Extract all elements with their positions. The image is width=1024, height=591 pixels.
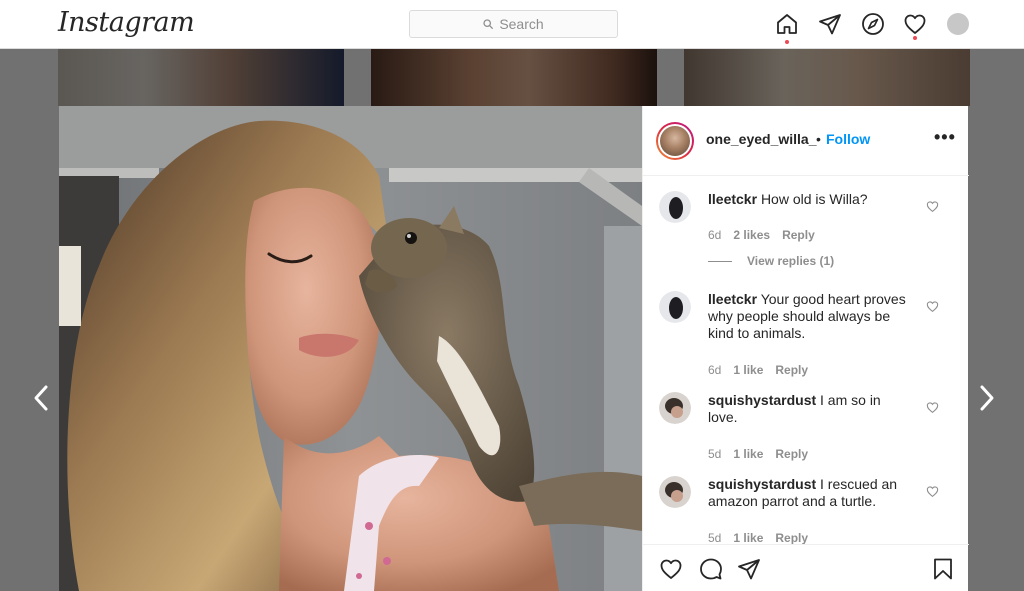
like-icon[interactable] bbox=[659, 557, 683, 581]
comment-like-icon[interactable] bbox=[926, 401, 939, 414]
previous-post-arrow-icon[interactable] bbox=[30, 384, 52, 412]
comment-likes[interactable]: 1 like bbox=[733, 363, 763, 377]
commenter-username[interactable]: squishystardust bbox=[708, 392, 816, 408]
top-nav-bar: Instagram Search bbox=[0, 0, 1024, 49]
activity-notification-dot bbox=[913, 36, 917, 40]
comment-icon[interactable] bbox=[699, 557, 723, 581]
comment-meta: 6d 2 likes Reply bbox=[708, 228, 815, 242]
search-input[interactable]: Search bbox=[409, 10, 618, 38]
explore-icon[interactable] bbox=[861, 12, 885, 36]
next-post-arrow-icon[interactable] bbox=[976, 384, 998, 412]
author-username[interactable]: one_eyed_willa_ bbox=[706, 131, 817, 147]
comment-likes[interactable]: 1 like bbox=[733, 447, 763, 461]
direct-icon[interactable] bbox=[818, 12, 842, 36]
commenter-avatar[interactable] bbox=[659, 191, 691, 223]
comment-time[interactable]: 5d bbox=[708, 531, 721, 544]
view-replies-label: View replies (1) bbox=[747, 254, 835, 268]
comment-like-icon[interactable] bbox=[926, 300, 939, 313]
post-detail-panel: one_eyed_willa_ • Follow ••• lleetckr Ho… bbox=[642, 106, 969, 591]
view-replies-button[interactable]: View replies (1) bbox=[708, 254, 834, 268]
instagram-logo[interactable]: Instagram bbox=[58, 7, 195, 38]
view-replies-line bbox=[708, 260, 732, 262]
post-action-bar bbox=[643, 544, 969, 591]
comment-meta: 6d 1 like Reply bbox=[708, 363, 808, 377]
comment-time[interactable]: 6d bbox=[708, 228, 721, 242]
post-header: one_eyed_willa_ • Follow ••• bbox=[643, 106, 969, 176]
comment-time[interactable]: 5d bbox=[708, 447, 721, 461]
search-placeholder: Search bbox=[499, 16, 544, 32]
activity-icon[interactable] bbox=[903, 12, 927, 36]
comment-likes[interactable]: 1 like bbox=[733, 531, 763, 544]
comment-like-icon[interactable] bbox=[926, 200, 939, 213]
author-separator: • bbox=[816, 131, 821, 147]
comments-list[interactable]: lleetckr How old is Willa? 6d 2 likes Re… bbox=[643, 177, 969, 544]
commenter-username[interactable]: squishystardust bbox=[708, 476, 816, 492]
commenter-avatar[interactable] bbox=[659, 392, 691, 424]
post-photo[interactable] bbox=[59, 106, 642, 591]
profile-avatar[interactable] bbox=[947, 13, 969, 35]
reply-button[interactable]: Reply bbox=[775, 531, 808, 544]
home-icon[interactable] bbox=[775, 12, 799, 36]
comment-meta: 5d 1 like Reply bbox=[708, 531, 808, 544]
reply-button[interactable]: Reply bbox=[775, 447, 808, 461]
commenter-username[interactable]: lleetckr bbox=[708, 191, 757, 207]
more-options-icon[interactable]: ••• bbox=[934, 128, 956, 148]
post-photo-image bbox=[59, 106, 642, 591]
comment-like-icon[interactable] bbox=[926, 485, 939, 498]
commenter-avatar[interactable] bbox=[659, 476, 691, 508]
save-icon[interactable] bbox=[931, 557, 955, 581]
reply-button[interactable]: Reply bbox=[775, 363, 808, 377]
home-notification-dot bbox=[785, 40, 789, 44]
share-icon[interactable] bbox=[737, 557, 761, 581]
author-avatar[interactable] bbox=[656, 122, 694, 160]
commenter-avatar[interactable] bbox=[659, 291, 691, 323]
comment-text: How old is Willa? bbox=[760, 191, 868, 207]
comment-time[interactable]: 6d bbox=[708, 363, 721, 377]
author-avatar-image bbox=[660, 126, 690, 156]
comment-likes[interactable]: 2 likes bbox=[733, 228, 770, 242]
search-icon bbox=[483, 19, 494, 29]
follow-button[interactable]: Follow bbox=[826, 131, 870, 147]
comment-meta: 5d 1 like Reply bbox=[708, 447, 808, 461]
commenter-username[interactable]: lleetckr bbox=[708, 291, 757, 307]
reply-button[interactable]: Reply bbox=[782, 228, 815, 242]
